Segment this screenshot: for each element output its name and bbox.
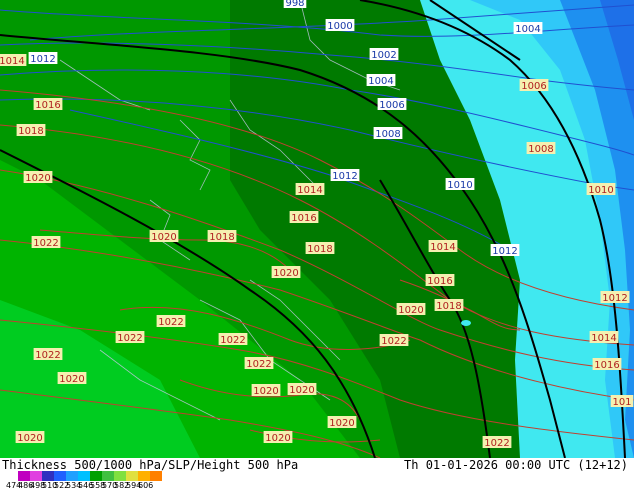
isobar-label: 1020	[265, 433, 290, 444]
scale-tick-label: 594	[126, 481, 142, 490]
scale-swatch	[18, 471, 30, 481]
isobar-label: 1022	[246, 359, 271, 370]
isobar-label: 1022	[484, 438, 509, 449]
map-footer: Thickness 500/1000 hPa/SLP/Height 500 hP…	[0, 458, 634, 490]
scale-swatch	[90, 471, 102, 481]
isobar-label: 1006	[521, 81, 546, 92]
isobar-label: 1016	[291, 213, 316, 224]
isobar-label: 1022	[117, 333, 142, 344]
isobar-label: 1020	[273, 268, 298, 279]
isobar-label: 1000	[327, 21, 352, 32]
isobar-label: 1014	[0, 56, 25, 67]
isobar-label: 1022	[158, 317, 183, 328]
isobar-label: 1002	[371, 50, 396, 61]
isobar-label: 1012	[30, 54, 55, 65]
isobar-label: 1014	[591, 333, 616, 344]
scale-tick-label: 546	[78, 481, 94, 490]
isobar-label: 1014	[297, 185, 322, 196]
isobar-label: 1022	[35, 350, 60, 361]
scale-tick-label: 558	[90, 481, 106, 490]
scale-swatch	[30, 471, 42, 481]
scale-tick-label: 498	[30, 481, 46, 490]
isobar-label: 1020	[289, 385, 314, 396]
isobar-label: 1016	[35, 100, 60, 111]
scale-tick-label: 570	[102, 481, 118, 490]
isobar-label: 1006	[379, 100, 404, 111]
isobar-label: 1022	[220, 335, 245, 346]
color-scale-ticks: 474486498510522534546558570582594606	[6, 481, 154, 490]
isobar-label: 1008	[375, 129, 400, 140]
isobar-label: 101	[612, 397, 631, 408]
isobar-label: 1008	[528, 144, 553, 155]
color-scale-bar	[18, 471, 162, 481]
isobar-label: 1020	[17, 433, 42, 444]
scale-swatch	[66, 471, 78, 481]
scale-swatch	[126, 471, 138, 481]
scale-swatch	[138, 471, 150, 481]
isobar-label: 1004	[368, 76, 393, 87]
isobar-label: 1004	[515, 24, 540, 35]
valid-time: Th 01-01-2026 00:00 UTC (12+12)	[404, 458, 628, 472]
scale-tick-label: 606	[138, 481, 154, 490]
isobar-label: 1020	[329, 418, 354, 429]
map-title: Thickness 500/1000 hPa/SLP/Height 500 hP…	[2, 458, 299, 472]
isobar-label: 1020	[59, 374, 84, 385]
isobar-label: 1012	[602, 293, 627, 304]
scale-swatch	[78, 471, 90, 481]
isobar-label: 1014	[430, 242, 455, 253]
scale-swatch	[114, 471, 126, 481]
isobar-label: 998	[285, 0, 304, 9]
isobar-label: 1022	[381, 336, 406, 347]
isobar-label: 1020	[253, 386, 278, 397]
isobar-label: 1018	[436, 301, 461, 312]
isobar-label: 1018	[18, 126, 43, 137]
weather-map: 998 1000 1002 1004 1004 1006 1008 1010 1012 1012 1…	[0, 0, 634, 458]
scale-tick-label: 582	[114, 481, 130, 490]
isobar-label: 1010	[588, 185, 613, 196]
isobar-label: 1012	[492, 246, 517, 257]
isobar-label: 1016	[594, 360, 619, 371]
isobar-label: 1018	[307, 244, 332, 255]
isobar-label: 1020	[398, 305, 423, 316]
scale-swatch	[102, 471, 114, 481]
scale-swatch	[150, 471, 162, 481]
isobar-label: 1010	[447, 180, 472, 191]
isobar-label: 1012	[332, 171, 357, 182]
scale-swatch	[54, 471, 66, 481]
lake-shape	[461, 320, 471, 326]
isobar-label: 1016	[427, 276, 452, 287]
scale-tick-label: 534	[66, 481, 82, 490]
scale-tick-label: 510	[42, 481, 58, 490]
scale-tick-label: 486	[18, 481, 34, 490]
scale-swatch	[42, 471, 54, 481]
isobar-label: 1018	[209, 232, 234, 243]
isobar-label: 1020	[151, 232, 176, 243]
isobar-label: 1022	[33, 238, 58, 249]
scale-tick-label: 474	[6, 481, 22, 490]
isobar-label: 1020	[25, 173, 50, 184]
scale-tick-label: 522	[54, 481, 70, 490]
